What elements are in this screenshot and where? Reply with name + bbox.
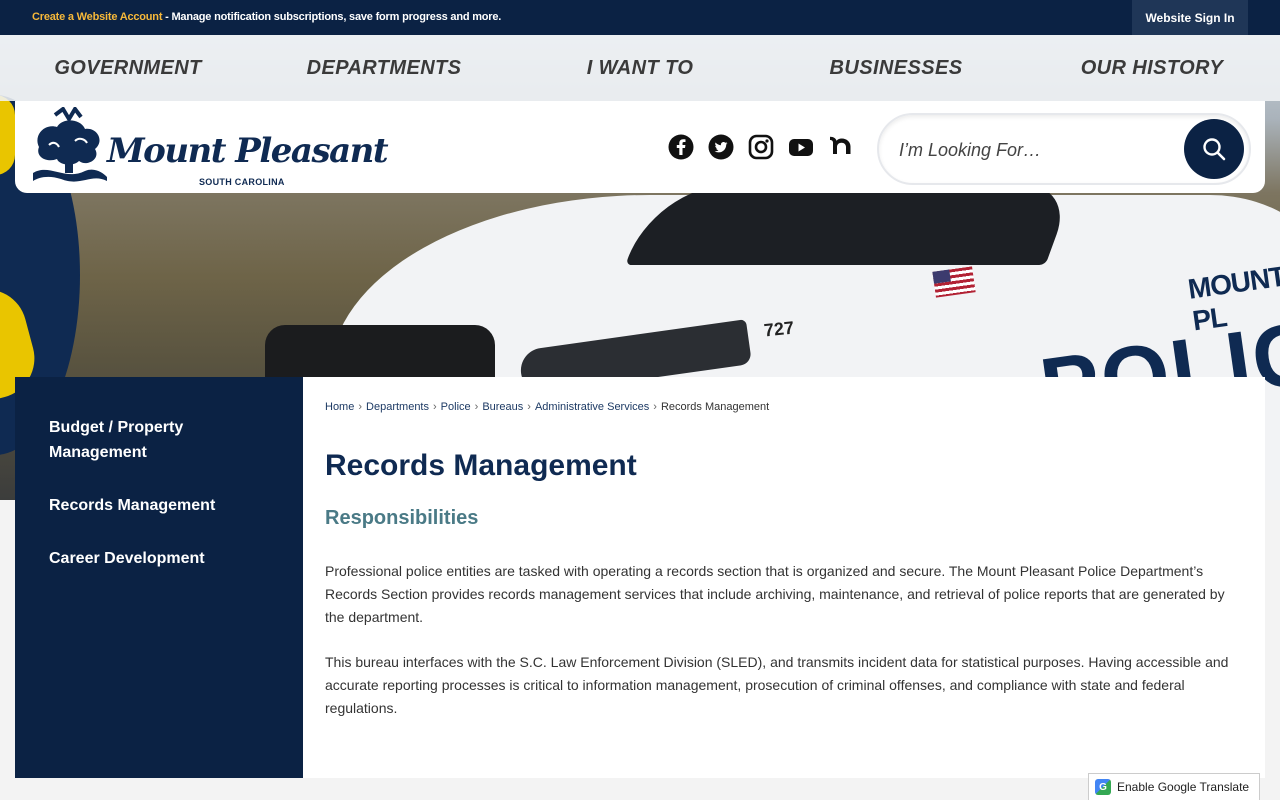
section-title-responsibilities: Responsibilities (325, 507, 479, 529)
page-title: Records Management (325, 449, 637, 482)
search-button[interactable] (1184, 119, 1244, 179)
badge-accent (0, 95, 15, 175)
car-unit-number: 727 (762, 317, 795, 341)
nav-departments[interactable]: DEPARTMENTS (256, 35, 512, 101)
google-translate-label: Enable Google Translate (1117, 780, 1250, 794)
nav-i-want-to[interactable]: I WANT TO (512, 35, 768, 101)
police-car-windshield (625, 185, 1075, 265)
top-bar: Create a Website Account - Manage notifi… (0, 0, 1280, 35)
body-paragraph: Professional police entities are tasked … (325, 563, 1225, 625)
logo-name: Mount Pleasant (107, 131, 389, 171)
google-translate-icon: G (1095, 779, 1111, 795)
breadcrumb-separator: › (474, 401, 479, 413)
breadcrumb-police[interactable]: Police (441, 401, 471, 413)
logo-subtitle: SOUTH CAROLINA (199, 177, 285, 187)
breadcrumb-departments[interactable]: Departments (366, 401, 429, 413)
sidebar-item-records-management[interactable]: Records Management (49, 493, 273, 518)
search-icon (1203, 138, 1226, 161)
flag-icon (932, 266, 976, 298)
sidebar-item-budget-property-management[interactable]: Budget / Property Management (49, 415, 273, 465)
search-input[interactable] (899, 135, 1169, 165)
account-promo: Create a Website Account - Manage notifi… (32, 11, 501, 23)
nextdoor-icon[interactable] (828, 134, 854, 160)
youtube-icon[interactable] (788, 134, 814, 160)
site-logo[interactable]: Mount Pleasant SOUTH CAROLINA (29, 107, 389, 189)
breadcrumb-separator: › (358, 401, 363, 413)
breadcrumb: Home › Departments › Police › Bureaus › Administ… (325, 401, 1243, 413)
promo-text: - Manage notification subscriptions, sav… (162, 11, 502, 23)
breadcrumb-home[interactable]: Home (325, 401, 354, 413)
breadcrumb-separator: › (433, 401, 437, 413)
nav-businesses[interactable]: BUSINESSES (768, 35, 1024, 101)
twitter-icon[interactable] (708, 134, 734, 160)
website-sign-in-button[interactable]: Website Sign In (1132, 0, 1248, 35)
nav-government[interactable]: GOVERNMENT (0, 35, 256, 101)
oak-tree-logo-icon (33, 107, 107, 182)
social-links (668, 134, 854, 160)
breadcrumb-administrative-services[interactable]: Administrative Services (535, 401, 649, 413)
nav-our-history[interactable]: OUR HISTORY (1024, 35, 1280, 101)
breadcrumb-bureaus[interactable]: Bureaus (482, 401, 523, 413)
google-translate-button[interactable]: G Enable Google Translate (1088, 773, 1260, 800)
main-navigation: GOVERNMENT DEPARTMENTS I WANT TO BUSINES… (0, 35, 1280, 101)
instagram-icon[interactable] (748, 134, 774, 160)
sidebar-item-career-development[interactable]: Career Development (49, 546, 273, 571)
site-search (877, 113, 1251, 185)
site-header: Mount Pleasant SOUTH CAROLINA (15, 101, 1265, 193)
sidebar-navigation: Budget / Property Management Records Man… (15, 377, 303, 778)
create-account-link[interactable]: Create a Website Account (32, 11, 162, 23)
facebook-icon[interactable] (668, 134, 694, 160)
main-content: Home › Departments › Police › Bureaus › Administ… (303, 377, 1265, 778)
breadcrumb-current: Records Management (660, 401, 770, 413)
breadcrumb-separator: › (527, 401, 531, 413)
body-paragraph: This bureau interfaces with the S.C. Law… (325, 654, 1229, 716)
breadcrumb-separator: › (653, 401, 657, 413)
